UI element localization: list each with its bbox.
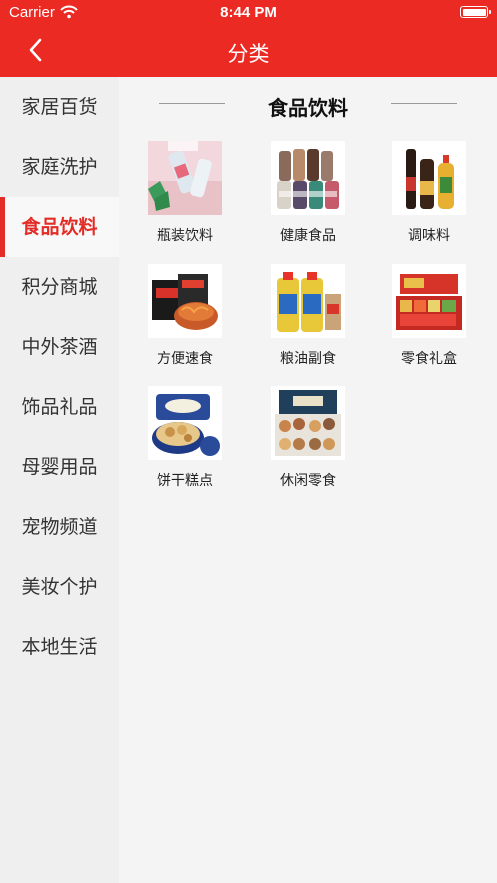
sidebar-item-local-life[interactable]: 本地生活: [0, 617, 119, 677]
sidebar-item-accessories-gifts[interactable]: 饰品礼品: [0, 377, 119, 437]
sidebar-item-label: 家庭洗护: [21, 156, 98, 178]
subcategory-label: 方便速食: [157, 351, 213, 367]
sidebar-item-beauty-care[interactable]: 美妆个护: [0, 557, 119, 617]
sidebar-item-label: 食品饮料: [21, 216, 98, 238]
bottled-drinks-image: [148, 141, 222, 215]
category-content: 食品饮料 瓶装饮料 健康食品 调味料 方便速食 粮油副食 零食礼盒 饼干糕点 休…: [119, 77, 497, 883]
navigation-bar: Carrier 8:44 PM 分类: [0, 0, 497, 77]
sidebar-item-home-goods[interactable]: 家居百货: [0, 77, 119, 137]
sidebar-item-label: 饰品礼品: [21, 396, 98, 418]
subcategory-label: 休闲零食: [280, 473, 336, 489]
subcategory-label: 粮油副食: [280, 351, 336, 367]
section-header: 食品饮料: [119, 89, 497, 120]
category-sidebar: 家居百货 家庭洗护 食品饮料 积分商城 中外茶酒 饰品礼品 母婴用品 宠物频道 …: [0, 77, 119, 883]
seasoning-image: [392, 141, 466, 215]
sidebar-item-label: 母婴用品: [21, 456, 98, 478]
subcategory-seasoning[interactable]: 调味料: [369, 141, 489, 251]
sidebar-item-label: 积分商城: [21, 276, 98, 298]
sidebar-item-mother-baby[interactable]: 母婴用品: [0, 437, 119, 497]
cookie-tin-image: [148, 386, 222, 460]
subcategory-leisure-snacks[interactable]: 休闲零食: [248, 386, 368, 496]
sidebar-item-pets[interactable]: 宠物频道: [0, 497, 119, 557]
status-time: 8:44 PM: [220, 4, 277, 21]
sidebar-item-label: 宠物频道: [21, 516, 98, 538]
subcategory-label: 零食礼盒: [401, 351, 457, 367]
subcategory-label: 健康食品: [280, 228, 336, 244]
health-food-image: [271, 141, 345, 215]
status-bar: Carrier 8:44 PM: [0, 0, 497, 26]
sidebar-item-label: 中外茶酒: [21, 336, 98, 358]
subcategory-biscuits-pastry[interactable]: 饼干糕点: [125, 386, 245, 496]
section-title: 食品饮料: [268, 96, 348, 120]
battery-icon: [460, 6, 491, 18]
snack-gift-box-image: [392, 264, 466, 338]
subcategory-bottled-drinks[interactable]: 瓶装饮料: [125, 141, 245, 251]
subcategory-label: 饼干糕点: [157, 473, 213, 489]
subcategory-label: 调味料: [408, 228, 450, 244]
subcategory-label: 瓶装饮料: [157, 228, 213, 244]
sidebar-item-label: 家居百货: [21, 96, 98, 118]
sidebar-item-points-mall[interactable]: 积分商城: [0, 257, 119, 317]
instant-noodles-image: [148, 264, 222, 338]
page-title: 分类: [227, 42, 270, 66]
cooking-oil-image: [271, 264, 345, 338]
subcategory-snack-gift[interactable]: 零食礼盒: [369, 264, 489, 374]
sidebar-item-food-beverage[interactable]: 食品饮料: [0, 197, 119, 257]
sidebar-item-label: 美妆个护: [21, 576, 98, 598]
sidebar-item-label: 本地生活: [21, 636, 98, 658]
sidebar-item-tea-wine[interactable]: 中外茶酒: [0, 317, 119, 377]
subcategory-health-food[interactable]: 健康食品: [248, 141, 368, 251]
subcategory-instant-food[interactable]: 方便速食: [125, 264, 245, 374]
divider: [391, 103, 457, 104]
subcategory-grain-oil[interactable]: 粮油副食: [248, 264, 368, 374]
nut-snack-box-image: [271, 386, 345, 460]
sidebar-item-household-care[interactable]: 家庭洗护: [0, 137, 119, 197]
